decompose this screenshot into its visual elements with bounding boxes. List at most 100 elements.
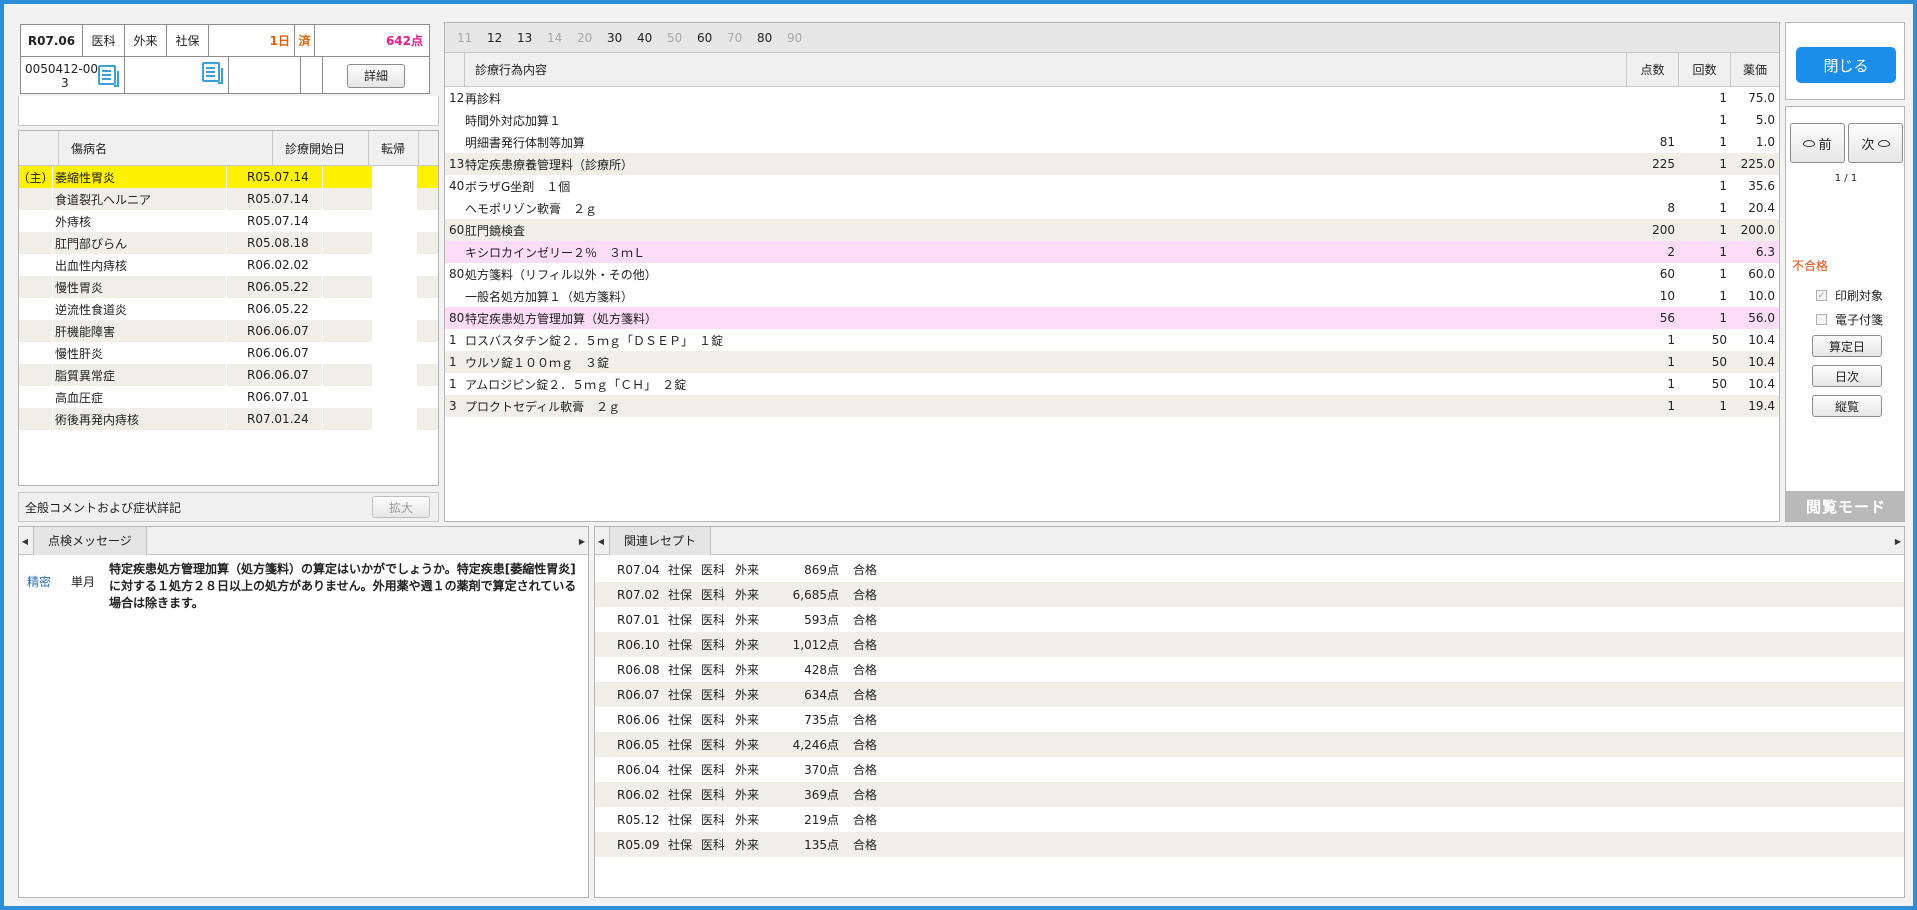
disease-name: 慢性胃炎: [53, 276, 227, 298]
treatment-row[interactable]: 60 肛門鏡検査 200 1 200.0: [445, 219, 1779, 241]
treatment-row[interactable]: 13 特定疾患療養管理料（診療所） 225 1 225.0: [445, 153, 1779, 175]
disease-row[interactable]: （主） 萎縮性胃炎 R05.07.14: [19, 166, 438, 188]
document-icon[interactable]: [202, 62, 223, 84]
disease-row[interactable]: 肝機能障害 R06.06.07: [19, 320, 438, 342]
electronic-note-row[interactable]: 電子付箋: [1816, 311, 1883, 328]
related-receipt-row[interactable]: R07.01 社保 医科 外来 593点 合格: [595, 607, 1904, 632]
treatment-row[interactable]: キシロカインゼリー２％ ３ｍＬ 2 1 6.3: [445, 241, 1779, 263]
disease-row[interactable]: 食道裂孔ヘルニア R05.07.14: [19, 188, 438, 210]
receipt-points: 369点: [804, 788, 839, 802]
disease-row[interactable]: 肛門部びらん R05.08.18: [19, 232, 438, 254]
tab-check-message[interactable]: 点検メッセージ: [33, 527, 147, 555]
treatment-row[interactable]: 80 処方箋料（リフィル以外・その他） 60 1 60.0: [445, 263, 1779, 285]
treatment-row[interactable]: 時間外対応加算１ 1 5.0: [445, 109, 1779, 131]
receipt-dept: 医科: [701, 663, 726, 677]
points-header[interactable]: 点数: [1627, 53, 1679, 86]
tab-related-receipt[interactable]: 関連レセプト: [609, 527, 712, 555]
category-code: 1: [449, 355, 457, 369]
electronic-note-checkbox[interactable]: [1816, 314, 1827, 325]
treatment-row[interactable]: 80 特定疾患処方管理加算（処方箋料） 56 1 56.0: [445, 307, 1779, 329]
related-receipt-row[interactable]: R06.04 社保 医科 外来 370点 合格: [595, 757, 1904, 782]
treatment-row[interactable]: 40 ボラザG坐剤 １個 1 35.6: [445, 175, 1779, 197]
disease-row[interactable]: 外痔核 R05.07.14: [19, 210, 438, 232]
document-icon[interactable]: [98, 65, 119, 87]
main-disease-mark: [19, 210, 53, 232]
related-receipt-row[interactable]: R05.12 社保 医科 外来 219点 合格: [595, 807, 1904, 832]
related-receipt-row[interactable]: R06.10 社保 医科 外来 1,012点 合格: [595, 632, 1904, 657]
scroll-right-icon[interactable]: ▶: [1892, 527, 1904, 555]
expand-button[interactable]: 拡大: [372, 496, 430, 518]
prev-button[interactable]: 前: [1790, 123, 1845, 163]
disease-name-header[interactable]: 傷病名: [59, 131, 273, 165]
main-disease-mark: [19, 298, 53, 320]
disease-row[interactable]: 慢性胃炎 R06.05.22: [19, 276, 438, 298]
treatment-price: 6.3: [1755, 245, 1775, 259]
disease-rows: （主） 萎縮性胃炎 R05.07.14 食道裂孔ヘルニア R05.07.14 外痔核 R05…: [19, 166, 438, 430]
scroll-left-icon[interactable]: ◀: [19, 527, 31, 555]
main-disease-mark: [19, 276, 53, 298]
related-receipt-row[interactable]: R07.02 社保 医科 外来 6,685点 合格: [595, 582, 1904, 607]
disease-row[interactable]: 術後再発内痔核 R07.01.24: [19, 408, 438, 430]
related-receipt-row[interactable]: R06.02 社保 医科 外来 369点 合格: [595, 782, 1904, 807]
disease-row[interactable]: 出血性内痔核 R06.02.02: [19, 254, 438, 276]
drug-price-header[interactable]: 薬価: [1731, 53, 1779, 86]
treatment-row[interactable]: 1 ウルソ錠１００ｍｇ ３錠 1 50 10.4: [445, 351, 1779, 373]
calc-day-button[interactable]: 算定日: [1812, 335, 1882, 357]
outcome-header[interactable]: 転帰: [369, 131, 419, 165]
related-receipt-row[interactable]: R06.08 社保 医科 外来 428点 合格: [595, 657, 1904, 682]
treatment-row[interactable]: 明細書発行体制等加算 81 1 1.0: [445, 131, 1779, 153]
start-date: R05.07.14: [227, 166, 323, 188]
treatment-name: 処方箋料（リフィル以外・その他）: [465, 267, 657, 282]
view-mode-bar: 閲覧モード: [1786, 491, 1904, 521]
receipt-points: 6,685点: [792, 588, 839, 602]
receipt-points: 1,012点: [792, 638, 839, 652]
related-receipt-row[interactable]: R05.09 社保 医科 外来 135点 合格: [595, 832, 1904, 857]
disease-row[interactable]: 脂質異常症 R06.06.07: [19, 364, 438, 386]
treatment-row[interactable]: 12 再診料 1 75.0: [445, 87, 1779, 109]
treatment-count: 1: [1719, 135, 1727, 149]
treatment-count: 50: [1711, 377, 1727, 391]
daily-button[interactable]: 日次: [1812, 365, 1882, 387]
print-target-row[interactable]: ✓ 印刷対象: [1816, 287, 1883, 304]
related-receipt-row[interactable]: R06.07 社保 医科 外来 634点 合格: [595, 682, 1904, 707]
disease-row[interactable]: 逆流性食道炎 R06.05.22: [19, 298, 438, 320]
next-button[interactable]: 次: [1848, 123, 1903, 163]
count-header[interactable]: 回数: [1679, 53, 1731, 86]
outcome: [323, 188, 373, 210]
treatment-row[interactable]: ヘモポリゾン軟膏 ２ｇ 8 1 20.4: [445, 197, 1779, 219]
receipt-period: R06.06: [617, 712, 660, 727]
tab-category-12[interactable]: 12: [487, 31, 517, 45]
related-receipt-row[interactable]: R06.05 社保 医科 外来 4,246点 合格: [595, 732, 1904, 757]
tab-category-13[interactable]: 13: [517, 31, 547, 45]
vertical-view-button[interactable]: 縦覧: [1812, 395, 1882, 417]
treatment-name-header[interactable]: 診療行為内容: [465, 53, 1627, 86]
patient-id: 0050412-00 3: [21, 57, 125, 94]
treatment-row[interactable]: 一般名処方加算１（処方箋料） 10 1 10.0: [445, 285, 1779, 307]
done-mark: 済: [295, 25, 315, 56]
related-receipt-row[interactable]: R07.04 社保 医科 外来 869点 合格: [595, 557, 1904, 582]
outcome: [323, 364, 373, 386]
treatment-points: 200: [1652, 223, 1675, 237]
disease-row[interactable]: 高血圧症 R06.07.01: [19, 386, 438, 408]
row-tail: [373, 166, 417, 188]
scroll-left-icon[interactable]: ◀: [595, 527, 607, 555]
treatment-count: 1: [1719, 267, 1727, 281]
close-button[interactable]: 閉じる: [1796, 47, 1896, 83]
start-date-header[interactable]: 診療開始日: [273, 131, 369, 165]
disease-row[interactable]: 慢性肝炎 R06.06.07: [19, 342, 438, 364]
print-target-checkbox[interactable]: ✓: [1816, 290, 1827, 301]
scroll-right-icon[interactable]: ▶: [576, 527, 588, 555]
tab-category-80[interactable]: 80: [757, 31, 787, 45]
receipt-result: 合格: [853, 713, 878, 727]
tab-category-40[interactable]: 40: [637, 31, 667, 45]
message-item[interactable]: 精密 単月 特定疾患処方管理加算（処方箋料）の算定はいかがでしょうか。特定疾患[萎縮…: [19, 555, 588, 618]
detail-button[interactable]: 詳細: [347, 63, 405, 88]
tab-category-60[interactable]: 60: [697, 31, 727, 45]
tab-category-30[interactable]: 30: [607, 31, 637, 45]
next-label: 次: [1861, 137, 1875, 153]
related-receipt-row[interactable]: R06.06 社保 医科 外来 735点 合格: [595, 707, 1904, 732]
treatment-row[interactable]: 1 ロスバスタチン錠２．５ｍｇ「ＤＳＥＰ」 １錠 1 50 10.4: [445, 329, 1779, 351]
treatment-row[interactable]: 3 プロクトセディル軟膏 ２ｇ 1 1 19.4: [445, 395, 1779, 417]
treatment-row[interactable]: 1 アムロジピン錠２．５ｍｇ「ＣＨ」 ２錠 1 50 10.4: [445, 373, 1779, 395]
receipt-insurance: 社保: [668, 563, 693, 577]
